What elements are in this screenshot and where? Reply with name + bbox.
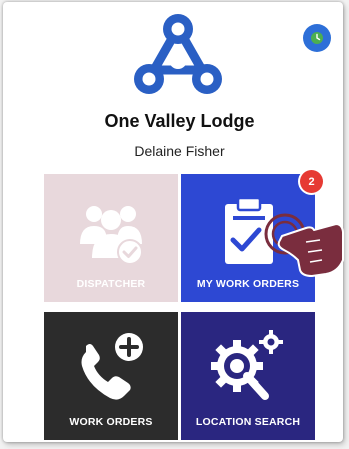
triangle-rings-logo-icon [134,14,222,94]
clock-icon [311,32,323,44]
location-search-tile[interactable]: LOCATION SEARCH [181,312,315,440]
dispatcher-tile[interactable]: DISPATCHER [44,174,178,302]
gear-magnifier-icon [211,330,283,400]
organization-name: One Valley Lodge [104,111,255,131]
phone-plus-icon [81,333,143,400]
work-orders-label: WORK ORDERS [69,416,153,428]
status-clock-button[interactable] [303,24,331,52]
user-name: Delaine Fisher [134,143,225,159]
dispatcher-label: DISPATCHER [76,278,146,290]
location-search-label: LOCATION SEARCH [195,416,301,428]
work-orders-tile[interactable]: WORK ORDERS [44,312,178,440]
work-orders-count-badge: 2 [300,170,323,193]
pointing-hand-icon [264,213,344,277]
people-check-icon [80,206,143,265]
